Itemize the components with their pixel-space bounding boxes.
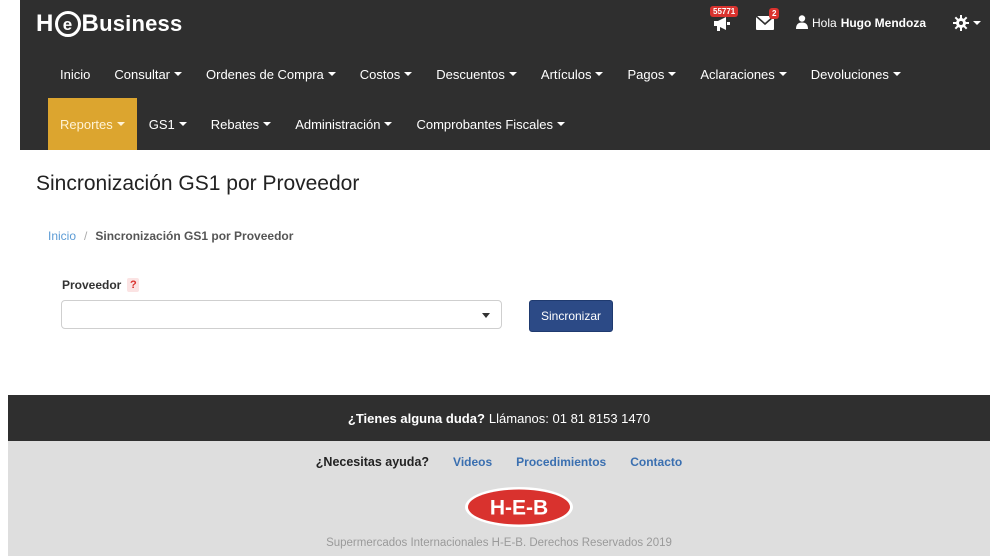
page-title: Sincronización GS1 por Proveedor	[36, 172, 360, 195]
heb-logo-text: H-E-B	[490, 497, 548, 520]
announcements-badge: 55771	[710, 6, 739, 17]
gear-icon	[953, 15, 969, 31]
nav-item-aclaraciones[interactable]: Aclaraciones	[688, 48, 798, 100]
caret-down-icon	[557, 122, 566, 126]
nav-item-label: Artículos	[540, 66, 592, 82]
heb-logo: H-E-B	[465, 487, 573, 527]
nav-item-label: Comprobantes Fiscales	[416, 116, 554, 132]
footer: ¿Necesitas ayuda? Videos Procedimientos …	[8, 441, 990, 556]
caret-down-icon	[892, 72, 901, 76]
contact-phone: Llámanos: 01 81 8153 1470	[488, 410, 651, 426]
contact-question: ¿Tienes alguna duda?	[347, 410, 485, 426]
nav-item-label: GS1	[148, 116, 175, 132]
breadcrumb-separator: /	[84, 229, 88, 243]
main-nav-row-2: Reportes GS1 Rebates Administración Comproba…	[48, 98, 577, 150]
videos-link[interactable]: Videos	[453, 455, 492, 469]
nav-item-label: Aclaraciones	[700, 66, 775, 82]
logo-wordmark: usiness	[99, 11, 183, 36]
messages-button[interactable]: 2	[756, 6, 780, 40]
user-icon	[796, 14, 808, 32]
nav-item-artículos[interactable]: Artículos	[529, 48, 616, 100]
nav-item-descuentos[interactable]: Descuentos	[424, 48, 529, 100]
contacto-link[interactable]: Contacto	[630, 455, 682, 469]
page-gutter	[0, 0, 20, 150]
nav-item-comprobantes-fiscales[interactable]: Comprobantes Fiscales	[404, 98, 577, 150]
logo-at-mark: e	[54, 11, 81, 37]
proveedor-select[interactable]	[61, 300, 502, 329]
chevron-down-icon	[482, 313, 490, 318]
caret-down-icon	[973, 21, 981, 25]
caret-down-icon	[178, 122, 187, 126]
settings-menu[interactable]	[953, 6, 981, 40]
caret-down-icon	[174, 72, 182, 76]
logo-letter: B	[81, 10, 100, 37]
page-gutter	[990, 0, 998, 150]
nav-item-label: Inicio	[60, 66, 91, 82]
nav-item-label: Reportes	[60, 116, 113, 132]
nav-item-label: Rebates	[210, 116, 260, 132]
hebusiness-logo[interactable]: H e B usiness	[36, 10, 182, 38]
contact-banner: ¿Tienes alguna duda? Llámanos: 01 81 815…	[8, 395, 990, 441]
nav-item-label: Ordenes de Compra	[206, 66, 324, 82]
top-navigation-bar: H e B usiness 55771 2 Hola Hugo Mendoza …	[0, 0, 998, 150]
announcements-button[interactable]: 55771	[710, 6, 739, 40]
nav-item-pagos[interactable]: Pagos	[615, 48, 688, 100]
messages-badge: 2	[769, 8, 780, 19]
help-links: ¿Necesitas ayuda? Videos Procedimientos …	[8, 455, 990, 469]
nav-item-label: Pagos	[627, 66, 665, 82]
caret-down-icon	[778, 72, 787, 76]
caret-down-icon	[116, 122, 125, 126]
user-greeting: Hola	[812, 16, 837, 30]
nav-item-consultar[interactable]: Consultar	[102, 48, 194, 100]
nav-item-label: Administración	[295, 116, 381, 132]
help-question: ¿Necesitas ayuda?	[315, 455, 430, 469]
nav-item-gs1[interactable]: GS1	[137, 98, 199, 150]
nav-item-reportes[interactable]: Reportes	[48, 98, 137, 150]
nav-item-label: Devoluciones	[810, 66, 889, 82]
nav-item-rebates[interactable]: Rebates	[199, 98, 283, 150]
caret-down-icon	[384, 122, 393, 126]
sincronizar-button[interactable]: Sincronizar	[529, 300, 613, 332]
copyright: Supermercados Internacionales H-E-B. Der…	[326, 537, 672, 549]
breadcrumb-home-link[interactable]: Inicio	[48, 229, 76, 243]
user-name: Hugo Mendoza	[840, 16, 927, 30]
caret-down-icon	[668, 72, 677, 76]
nav-item-devoluciones[interactable]: Devoluciones	[799, 48, 913, 100]
nav-item-costos[interactable]: Costos	[348, 48, 424, 100]
nav-item-inicio[interactable]: Inicio	[48, 48, 102, 100]
nav-item-administración[interactable]: Administración	[283, 98, 404, 150]
nav-item-label: Consultar	[114, 66, 170, 82]
caret-down-icon	[508, 72, 517, 76]
nav-item-label: Costos	[359, 66, 401, 82]
caret-down-icon	[263, 122, 272, 126]
help-icon[interactable]: ?	[127, 278, 140, 292]
caret-down-icon	[595, 72, 604, 76]
nav-item-label: Descuentos	[436, 66, 505, 82]
procedimientos-link[interactable]: Procedimientos	[516, 455, 606, 469]
breadcrumb-current: Sincronización GS1 por Proveedor	[95, 229, 294, 243]
proveedor-label: Proveedor ?	[62, 278, 140, 292]
main-nav-row-1: Inicio Consultar Ordenes de Compra Costos De…	[48, 48, 913, 100]
breadcrumb: Inicio / Sincronización GS1 por Proveedo…	[48, 229, 293, 243]
logo-letter: H	[36, 10, 54, 37]
caret-down-icon	[327, 72, 336, 76]
proveedor-label-text: Proveedor	[62, 278, 122, 292]
user-menu[interactable]: Hola Hugo Mendoza	[796, 6, 926, 40]
caret-down-icon	[404, 72, 413, 76]
nav-item-ordenes-de-compra[interactable]: Ordenes de Compra	[194, 48, 348, 100]
